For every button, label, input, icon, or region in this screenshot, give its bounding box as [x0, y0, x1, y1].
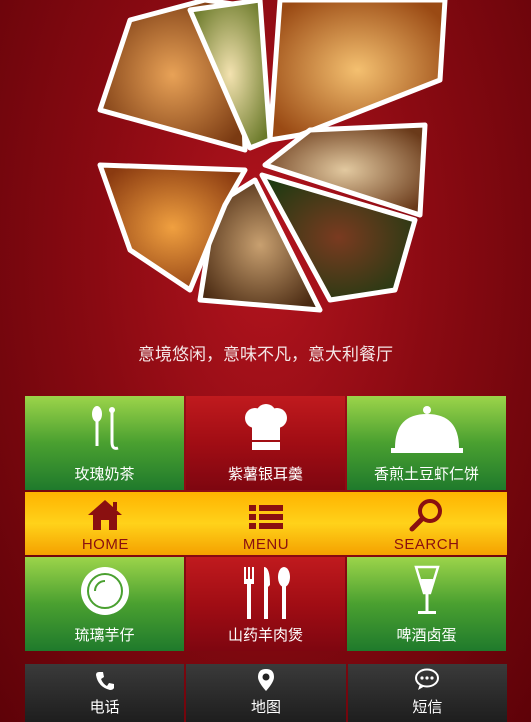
- nav-menu[interactable]: MENU: [186, 492, 347, 555]
- map-pin-icon: [257, 668, 275, 696]
- list-icon: [247, 502, 285, 536]
- menu-tile-label: 山药羊肉煲: [227, 626, 303, 644]
- nav-label: SEARCH: [393, 536, 460, 553]
- bottom-bar: 电话 地图 短信: [25, 664, 507, 722]
- menu-tile-label: 啤酒卤蛋: [396, 626, 457, 644]
- nav-label: HOME: [81, 536, 129, 553]
- home-icon: [86, 498, 124, 536]
- bottom-sms[interactable]: 短信: [347, 664, 507, 722]
- menu-row-1: 玫瑰奶茶 紫薯银耳羹 香煎土豆虾仁饼: [25, 396, 507, 490]
- menu-tile-rose-milk-tea[interactable]: 玫瑰奶茶: [25, 396, 184, 490]
- nav-search[interactable]: SEARCH: [346, 492, 507, 555]
- menu-tile-glazed-taro[interactable]: 琉璃芋仔: [25, 557, 184, 651]
- menu-tile-label: 紫薯银耳羹: [227, 465, 303, 483]
- bottom-phone[interactable]: 电话: [25, 664, 185, 722]
- menu-tile-beer-braised-egg[interactable]: 啤酒卤蛋: [347, 557, 506, 651]
- phone-icon: [95, 670, 115, 696]
- hero-food-collage: [0, 0, 531, 330]
- bottom-map[interactable]: 地图: [186, 664, 346, 722]
- chef-hat-icon: [186, 404, 345, 456]
- menu-tile-label: 玫瑰奶茶: [74, 465, 135, 483]
- nav-bar: HOME MENU SEARCH: [25, 492, 507, 555]
- food-collage-image: [97, 0, 448, 313]
- search-icon: [409, 498, 445, 536]
- menu-tile-label: 香煎土豆虾仁饼: [373, 465, 479, 483]
- plate-icon: [25, 565, 184, 617]
- menu-row-2: 琉璃芋仔 山药羊肉煲 啤酒卤蛋: [25, 557, 507, 651]
- wine-glass-icon: [347, 565, 506, 619]
- cloche-icon: [347, 404, 506, 456]
- menu-grid: 玫瑰奶茶 紫薯银耳羹 香煎土豆虾仁饼 HOME MENU SEARCH 琉璃芋仔…: [25, 396, 507, 653]
- bottom-label: 电话: [89, 698, 120, 716]
- bottom-label: 短信: [412, 698, 443, 716]
- menu-tile-purple-potato-soup[interactable]: 紫薯银耳羹: [186, 396, 345, 490]
- spoon-icon: [25, 404, 184, 454]
- nav-home[interactable]: HOME: [25, 492, 186, 555]
- menu-tile-label: 琉璃芋仔: [74, 626, 135, 644]
- nav-label: MENU: [242, 536, 290, 553]
- bottom-label: 地图: [250, 698, 281, 716]
- slogan: 意境悠闲，意味不凡，意大利餐厅: [138, 345, 393, 365]
- menu-tile-shrimp-potato-cake[interactable]: 香煎土豆虾仁饼: [347, 396, 506, 490]
- cutlery-icon: [186, 565, 345, 621]
- menu-tile-yam-lamb-pot[interactable]: 山药羊肉煲: [186, 557, 345, 651]
- message-icon: [414, 668, 440, 696]
